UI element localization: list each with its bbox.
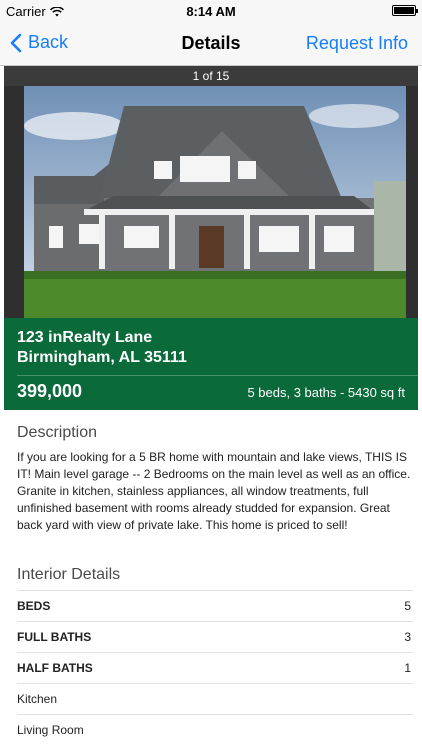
- back-label: Back: [28, 32, 69, 52]
- status-time: 8:14 AM: [186, 4, 236, 19]
- price: 399,000: [17, 381, 83, 401]
- chevron-left-icon: [10, 33, 22, 52]
- detail-value: 5: [404, 599, 411, 613]
- photo-counter: 1 of 15: [4, 66, 418, 86]
- status-right: [392, 5, 418, 16]
- detail-row-half-baths: HALF BATHS 1: [17, 652, 413, 683]
- detail-value: 3: [404, 630, 411, 644]
- detail-row-living-room: Living Room: [17, 714, 413, 745]
- detail-value: 1: [404, 661, 411, 675]
- request-info-button[interactable]: Request Info: [306, 33, 408, 54]
- band-divider: [17, 375, 418, 376]
- back-button[interactable]: Back: [10, 32, 68, 53]
- status-bar: Carrier 8:14 AM: [0, 0, 422, 22]
- house-photo: [4, 86, 418, 318]
- interior-details-table: BEDS 5 FULL BATHS 3 HALF BATHS 1 Kitchen…: [17, 590, 413, 745]
- detail-label: FULL BATHS: [17, 630, 92, 644]
- detail-label: Living Room: [17, 723, 84, 737]
- detail-label: BEDS: [17, 599, 51, 613]
- description-header: Description: [17, 424, 98, 441]
- photo-gallery[interactable]: 1 of 15: [4, 66, 418, 318]
- navigation-bar: Back Details Request Info: [0, 22, 422, 66]
- detail-row-beds: BEDS 5: [17, 590, 413, 621]
- property-summary: 5 beds, 3 baths - 5430 sq ft: [247, 385, 405, 400]
- description-text: If you are looking for a 5 BR home with …: [17, 450, 411, 532]
- detail-label: HALF BATHS: [17, 661, 93, 675]
- listing-header: 123 inRealty Lane Birmingham, AL 35111 3…: [4, 318, 418, 410]
- detail-row-full-baths: FULL BATHS 3: [17, 621, 413, 652]
- interior-details-header: Interior Details: [17, 566, 121, 583]
- detail-row-kitchen: Kitchen: [17, 683, 413, 714]
- address-line2: Birmingham, AL 35111: [17, 349, 187, 366]
- address-line1: 123 inRealty Lane: [17, 329, 153, 346]
- battery-icon: [392, 5, 418, 16]
- detail-label: Kitchen: [17, 692, 58, 706]
